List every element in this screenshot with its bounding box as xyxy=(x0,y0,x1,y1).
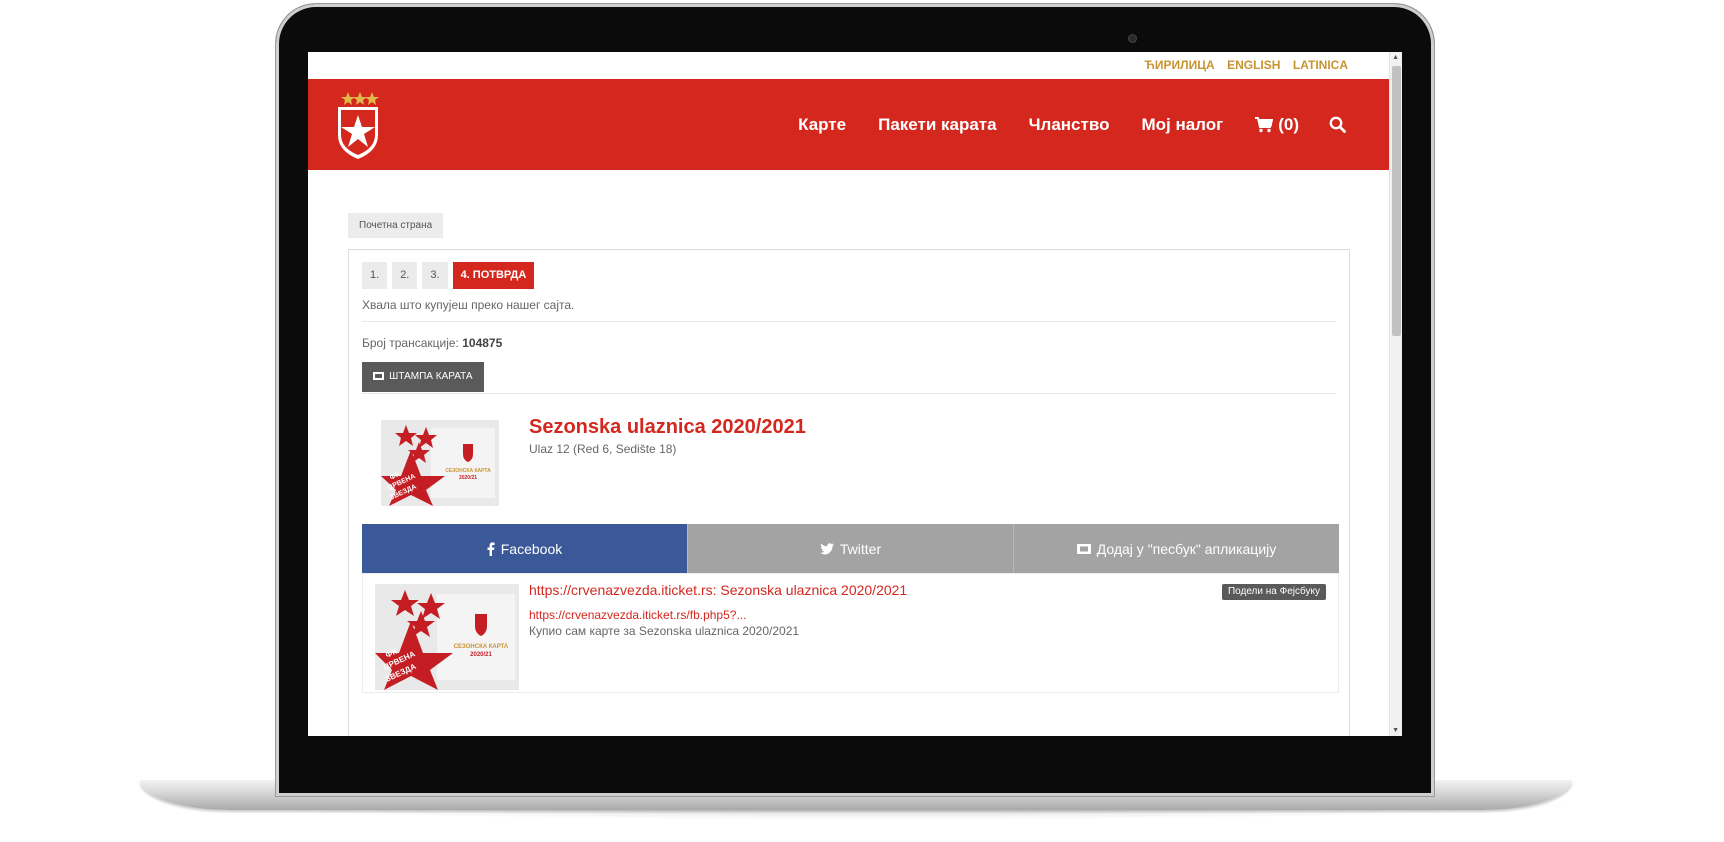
ticket-title: Sezonska ulaznica 2020/2021 xyxy=(529,416,806,438)
club-logo[interactable] xyxy=(334,91,382,161)
step-2[interactable]: 2. xyxy=(392,262,418,289)
share-image: СЕЗОНСКА КАРТА 2020/21 ФК ЦРВЕНА ЗВЕЗДА xyxy=(375,584,519,690)
transaction-info: Број трансакције: 104875 xyxy=(362,336,502,350)
print-tickets-button[interactable]: ШТАМПА КАРАТА xyxy=(362,362,484,392)
share-text: Купио сам карте за Sezonska ulaznica 202… xyxy=(529,624,800,638)
lang-cyrillic[interactable]: ЋИРИЛИЦА xyxy=(1144,52,1214,79)
transaction-label: Број трансакције: xyxy=(362,336,459,350)
tab-facebook[interactable]: Facebook xyxy=(362,524,687,573)
cart-count: (0) xyxy=(1278,114,1299,134)
tab-passbook-label: Додај у "песбук" апликацију xyxy=(1096,540,1277,557)
vertical-scrollbar[interactable]: ▲ ▼ xyxy=(1389,52,1402,736)
share-url[interactable]: https://crvenazvezda.iticket.rs/fb.php5?… xyxy=(529,608,746,622)
step-3[interactable]: 3. xyxy=(422,262,448,289)
confirmation-panel: 1. 2. 3. 4. ПОТВРДА Хвала што купујеш пр… xyxy=(348,249,1350,736)
ticket-image-caption: СЕЗОНСКА КАРТА xyxy=(445,468,491,474)
ticket-icon xyxy=(373,372,385,380)
nav-my-account[interactable]: Мој налог xyxy=(1141,115,1223,135)
print-tickets-label: ШТАМПА КАРАТА xyxy=(389,371,473,382)
nav-tickets[interactable]: Карте xyxy=(798,115,846,135)
lang-english[interactable]: ENGLISH xyxy=(1227,52,1280,79)
share-image-year: 2020/21 xyxy=(470,652,492,658)
checkout-steps: 1. 2. 3. 4. ПОТВРДА xyxy=(362,262,539,289)
divider xyxy=(362,393,1336,394)
lang-latin[interactable]: LATINICA xyxy=(1293,52,1348,79)
step-4-confirmation: 4. ПОТВРДА xyxy=(452,262,535,289)
step-1[interactable]: 1. xyxy=(362,262,388,289)
tab-twitter[interactable]: Twitter xyxy=(687,524,1013,573)
cart-icon xyxy=(1255,116,1274,132)
cart-button[interactable]: (0) xyxy=(1255,115,1299,135)
language-bar: ЋИРИЛИЦА ENGLISH LATINICA xyxy=(308,52,1390,79)
browser-screen: ЋИРИЛИЦА ENGLISH LATINICA Карте Пакети к… xyxy=(308,52,1402,736)
nav-ticket-packages[interactable]: Пакети карата xyxy=(878,115,997,135)
main-navbar: Карте Пакети карата Чланство Мој налог (… xyxy=(308,79,1390,170)
facebook-share-preview: СЕЗОНСКА КАРТА 2020/21 ФК ЦРВЕНА ЗВЕЗДА … xyxy=(362,573,1339,693)
tab-facebook-label: Facebook xyxy=(500,540,563,557)
scroll-thumb[interactable] xyxy=(1392,66,1401,336)
ticket-icon xyxy=(1076,543,1091,554)
season-ticket-image: СЕЗОНСКА КАРТА 2020/21 ФК ЦРВЕНА ЗВЕЗДА xyxy=(381,420,499,506)
facebook-icon xyxy=(487,541,495,556)
ticket-image-year: 2020/21 xyxy=(459,475,477,481)
tab-passbook[interactable]: Додај у "песбук" апликацију xyxy=(1013,524,1339,573)
transaction-number: 104875 xyxy=(462,336,503,350)
camera-icon xyxy=(1129,35,1136,42)
search-icon[interactable] xyxy=(1329,116,1346,133)
scroll-up-icon[interactable]: ▲ xyxy=(1392,54,1399,61)
divider xyxy=(362,321,1336,322)
share-on-facebook-button[interactable]: Подели на Фејсбуку xyxy=(1221,584,1326,600)
share-tabs: Facebook Twitter Додај у "песбук" аплика… xyxy=(362,524,1339,573)
thanks-message: Хвала што купујеш преко нашег сајта. xyxy=(362,298,575,312)
share-image-caption: СЕЗОНСКА КАРТА xyxy=(454,644,509,650)
tab-twitter-label: Twitter xyxy=(839,540,882,557)
ticket-seat-info: Ulaz 12 (Red 6, Sedište 18) xyxy=(529,442,677,456)
share-link-title[interactable]: https://crvenazvezda.iticket.rs: Sezonsk… xyxy=(529,582,907,598)
nav-membership[interactable]: Чланство xyxy=(1029,115,1110,135)
scroll-down-icon[interactable]: ▼ xyxy=(1392,727,1399,734)
breadcrumb[interactable]: Почетна страна xyxy=(348,213,444,238)
twitter-icon xyxy=(819,542,834,554)
